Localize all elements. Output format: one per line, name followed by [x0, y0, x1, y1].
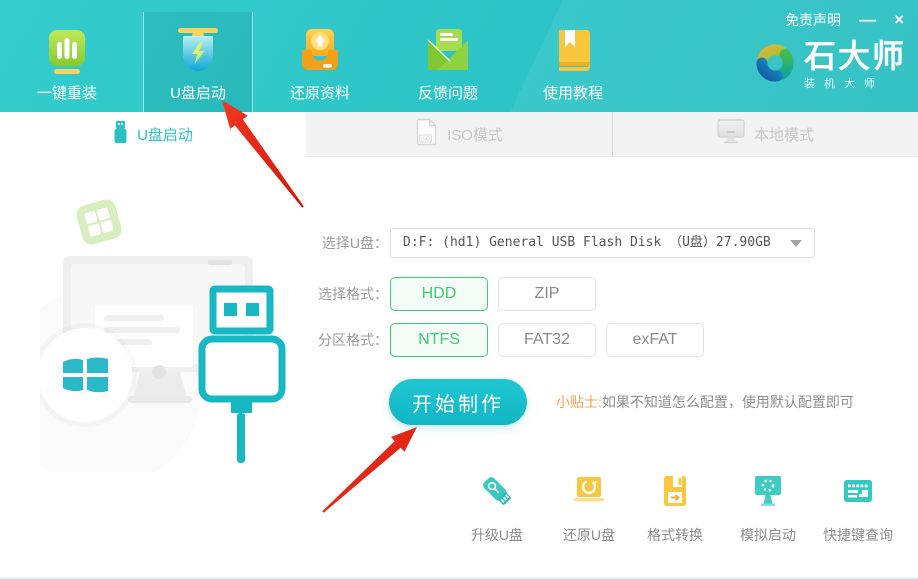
- brand-logo: 石大师 装机大师: [754, 38, 906, 91]
- local-monitor-icon: [717, 119, 745, 149]
- restore-data-icon: [298, 27, 342, 74]
- nav-label: 还原资料: [290, 82, 350, 103]
- iso-file-icon: ISO: [415, 118, 438, 150]
- titlebar: 免责声明 — ×: [785, 10, 904, 30]
- usb-drive-icon: [113, 120, 128, 149]
- main-content: 选择U盘： D:F: (hd1) General USB Flash Disk …: [0, 157, 918, 579]
- partition-option-exfat[interactable]: exFAT: [606, 323, 704, 357]
- nav-item-reinstall[interactable]: 一键重装: [12, 0, 122, 112]
- monitor-boot-icon: [750, 473, 786, 514]
- brand-subtitle: 装机大师: [804, 75, 906, 91]
- tab-label: 本地模式: [754, 124, 814, 145]
- tip-prefix: 小贴士:: [556, 394, 602, 410]
- tip-text: 小贴士:如果不知道怎么配置，使用默认配置即可: [556, 392, 854, 412]
- tool-label: 升级U盘: [471, 525, 523, 545]
- disclaimer-link[interactable]: 免责声明: [785, 10, 841, 30]
- format-option-hdd[interactable]: HDD: [390, 277, 488, 311]
- tab-usb-boot[interactable]: U盘启动: [0, 112, 306, 157]
- usb-computer-illustration: [40, 197, 290, 477]
- partition-option-ntfs[interactable]: NTFS: [390, 323, 488, 357]
- tip-body: 如果不知道怎么配置，使用默认配置即可: [602, 394, 854, 410]
- floppy-convert-icon: [657, 473, 693, 514]
- tutorial-book-icon: [551, 27, 595, 74]
- nav-label: 使用教程: [543, 82, 603, 103]
- nav-item-tutorial[interactable]: 使用教程: [518, 0, 628, 112]
- shield-lightning-icon: [176, 27, 220, 74]
- tool-simulate-boot[interactable]: 模拟启动: [723, 473, 813, 545]
- partition-label: 分区格式：: [300, 323, 388, 357]
- tab-iso-mode[interactable]: ISO ISO模式: [306, 112, 612, 157]
- nav-item-feedback[interactable]: 反馈问题: [393, 0, 503, 112]
- format-label: 选择格式：: [300, 277, 388, 311]
- usb-select-label: 选择U盘：: [300, 228, 388, 258]
- tool-restore-usb[interactable]: 还原U盘: [544, 473, 634, 545]
- format-option-zip[interactable]: ZIP: [498, 277, 596, 311]
- brand-name: 石大师: [804, 39, 906, 73]
- tab-label: ISO模式: [447, 124, 503, 145]
- usb-plug-illustration: [202, 289, 282, 463]
- tool-upgrade-usb[interactable]: 升级U盘: [452, 473, 542, 545]
- laptop-restore-icon: [571, 473, 607, 514]
- chart-bars-icon: [47, 27, 87, 74]
- tool-label: 格式转换: [647, 525, 703, 545]
- usb-upgrade-icon: [479, 473, 515, 514]
- feedback-mail-icon: [426, 27, 470, 74]
- tab-local-mode[interactable]: 本地模式: [612, 112, 918, 157]
- close-button[interactable]: ×: [894, 10, 904, 30]
- tool-shortcut-query[interactable]: 快捷键查询: [803, 473, 913, 545]
- usb-select-value: D:F: (hd1) General USB Flash Disk （U盘）27…: [391, 229, 814, 257]
- minimize-button[interactable]: —: [859, 10, 876, 30]
- header: 免责声明 — × 一键重装: [0, 0, 918, 112]
- nav-label: 一键重装: [37, 82, 97, 103]
- tool-format-convert[interactable]: 格式转换: [630, 473, 720, 545]
- partition-option-fat32[interactable]: FAT32: [498, 323, 596, 357]
- tool-label: 快捷键查询: [823, 525, 893, 545]
- nav-label: U盘启动: [170, 82, 226, 103]
- chevron-down-icon: [790, 240, 802, 247]
- nav-label: 反馈问题: [418, 82, 478, 103]
- brand-swirl-icon: [754, 38, 796, 91]
- usb-select-dropdown[interactable]: D:F: (hd1) General USB Flash Disk （U盘）27…: [390, 228, 815, 258]
- keyboard-icon: [840, 473, 876, 514]
- app-window: 免责声明 — × 一键重装: [0, 0, 918, 579]
- start-make-button[interactable]: 开始制作: [389, 379, 527, 425]
- svg-text:ISO: ISO: [421, 137, 430, 143]
- nav-item-restore-data[interactable]: 还原资料: [265, 0, 375, 112]
- tab-label: U盘启动: [137, 124, 193, 145]
- tool-label: 还原U盘: [563, 525, 615, 545]
- mode-tabbar: U盘启动 ISO ISO模式: [0, 112, 918, 157]
- nav-item-usb-boot[interactable]: U盘启动: [143, 0, 253, 112]
- windows-tile-icon: [74, 197, 123, 246]
- tool-label: 模拟启动: [740, 525, 796, 545]
